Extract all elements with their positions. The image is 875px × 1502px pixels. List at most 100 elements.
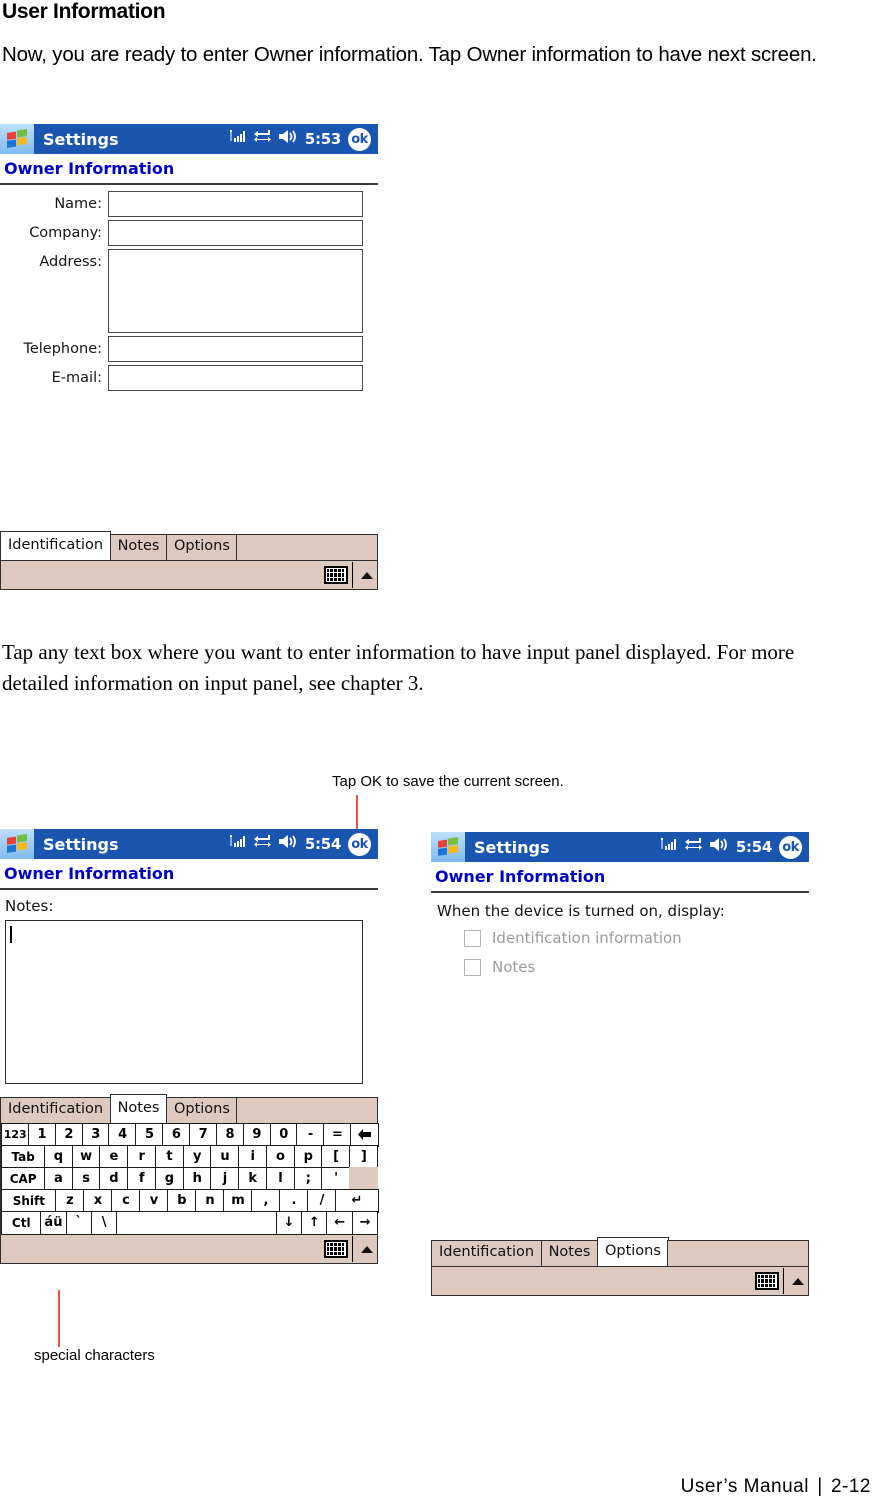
key-backslash[interactable]: \	[90, 1211, 118, 1235]
key-123[interactable]: 123	[1, 1123, 30, 1147]
key-backspace-icon[interactable]	[350, 1123, 379, 1147]
key-e[interactable]: e	[99, 1145, 129, 1169]
key-4[interactable]: 4	[108, 1123, 137, 1147]
tab-options[interactable]: Options	[165, 534, 238, 560]
key-comma[interactable]: ,	[251, 1189, 281, 1213]
key-tab[interactable]: Tab	[1, 1145, 46, 1169]
key-2[interactable]: 2	[54, 1123, 84, 1147]
key-1[interactable]: 1	[27, 1123, 57, 1147]
telephone-input[interactable]	[108, 336, 363, 362]
option-identification-information[interactable]: Identification information	[431, 929, 809, 947]
speaker-icon[interactable]	[278, 129, 298, 149]
key-arrow-right[interactable]: →	[351, 1211, 379, 1235]
connectivity-icon[interactable]	[684, 837, 703, 857]
key-special-characters[interactable]: áü	[40, 1211, 67, 1235]
key-r[interactable]: r	[127, 1145, 157, 1169]
signal-icon[interactable]	[229, 129, 247, 149]
name-input[interactable]	[108, 191, 363, 217]
option-label: Identification information	[492, 929, 682, 947]
option-notes[interactable]: Notes	[431, 958, 809, 976]
key-p[interactable]: p	[293, 1145, 323, 1169]
notes-input[interactable]	[5, 920, 363, 1084]
key-0[interactable]: 0	[269, 1123, 298, 1147]
key-b[interactable]: b	[167, 1189, 197, 1213]
key-n[interactable]: n	[195, 1189, 225, 1213]
key-equals[interactable]: =	[323, 1123, 352, 1147]
key-bracket-left[interactable]: [	[321, 1145, 351, 1169]
key-d[interactable]: d	[99, 1167, 129, 1191]
key-arrow-up[interactable]: ↑	[300, 1211, 328, 1235]
address-input[interactable]	[108, 249, 363, 333]
up-arrow-icon[interactable]	[792, 1277, 804, 1285]
key-t[interactable]: t	[154, 1145, 185, 1169]
key-g[interactable]: g	[154, 1167, 185, 1191]
key-blank[interactable]	[349, 1167, 379, 1191]
tab-identification[interactable]: Identification	[0, 531, 112, 560]
key-j[interactable]: j	[210, 1167, 240, 1191]
key-enter[interactable]: ↵	[335, 1189, 379, 1213]
connectivity-icon[interactable]	[253, 129, 272, 149]
key-shift[interactable]: Shift	[1, 1189, 57, 1213]
key-y[interactable]: y	[182, 1145, 212, 1169]
tab-notes[interactable]: Notes	[109, 534, 168, 560]
tab-notes[interactable]: Notes	[109, 1094, 168, 1123]
key-minus[interactable]: -	[296, 1123, 325, 1147]
key-s[interactable]: s	[71, 1167, 101, 1191]
key-semicolon[interactable]: ;	[293, 1167, 323, 1191]
company-input[interactable]	[108, 220, 363, 246]
ok-button[interactable]: ok	[348, 127, 371, 151]
key-q[interactable]: q	[43, 1145, 74, 1169]
key-ctl[interactable]: Ctl	[1, 1211, 42, 1235]
key-v[interactable]: v	[139, 1189, 169, 1213]
tab-options[interactable]: Options	[165, 1097, 238, 1123]
key-a[interactable]: a	[43, 1167, 74, 1191]
signal-icon[interactable]	[660, 837, 678, 857]
checkbox-notes[interactable]	[464, 958, 481, 976]
key-arrow-down[interactable]: ↓	[275, 1211, 303, 1235]
key-period[interactable]: .	[279, 1189, 309, 1213]
keyboard-icon[interactable]	[323, 566, 348, 584]
speaker-icon[interactable]	[278, 834, 298, 854]
key-m[interactable]: m	[223, 1189, 253, 1213]
key-cap[interactable]: CAP	[1, 1167, 46, 1191]
key-f[interactable]: f	[127, 1167, 157, 1191]
tab-notes[interactable]: Notes	[540, 1240, 599, 1266]
ok-button[interactable]: ok	[348, 832, 371, 856]
key-7[interactable]: 7	[189, 1123, 218, 1147]
key-slash[interactable]: /	[307, 1189, 337, 1213]
key-z[interactable]: z	[55, 1189, 85, 1213]
key-c[interactable]: c	[111, 1189, 141, 1213]
tab-identification[interactable]: Identification	[431, 1240, 543, 1266]
signal-icon[interactable]	[229, 834, 247, 854]
key-backtick[interactable]: `	[65, 1211, 93, 1235]
key-apostrophe[interactable]: '	[321, 1167, 351, 1191]
key-6[interactable]: 6	[162, 1123, 191, 1147]
tab-identification[interactable]: Identification	[0, 1097, 112, 1123]
key-u[interactable]: u	[210, 1145, 240, 1169]
key-3[interactable]: 3	[81, 1123, 110, 1147]
key-w[interactable]: w	[71, 1145, 101, 1169]
key-8[interactable]: 8	[215, 1123, 245, 1147]
keyboard-icon[interactable]	[323, 1240, 348, 1258]
key-o[interactable]: o	[265, 1145, 296, 1169]
connectivity-icon[interactable]	[253, 834, 272, 854]
key-h[interactable]: h	[182, 1167, 212, 1191]
key-arrow-left[interactable]: ←	[326, 1211, 354, 1235]
key-l[interactable]: l	[265, 1167, 296, 1191]
key-bracket-right[interactable]: ]	[349, 1145, 379, 1169]
key-i[interactable]: i	[238, 1145, 268, 1169]
key-x[interactable]: x	[83, 1189, 113, 1213]
tab-options[interactable]: Options	[596, 1237, 669, 1266]
key-9[interactable]: 9	[242, 1123, 272, 1147]
up-arrow-icon[interactable]	[361, 1245, 373, 1253]
ok-button[interactable]: ok	[779, 835, 802, 859]
keyboard-icon[interactable]	[754, 1272, 779, 1290]
up-arrow-icon[interactable]	[361, 571, 373, 579]
checkbox-identification-information[interactable]	[464, 929, 481, 947]
speaker-icon[interactable]	[709, 837, 729, 857]
email-input[interactable]	[108, 365, 363, 391]
key-space[interactable]	[116, 1211, 278, 1235]
key-5[interactable]: 5	[135, 1123, 164, 1147]
key-k[interactable]: k	[238, 1167, 268, 1191]
clock: 5:53	[304, 130, 341, 148]
